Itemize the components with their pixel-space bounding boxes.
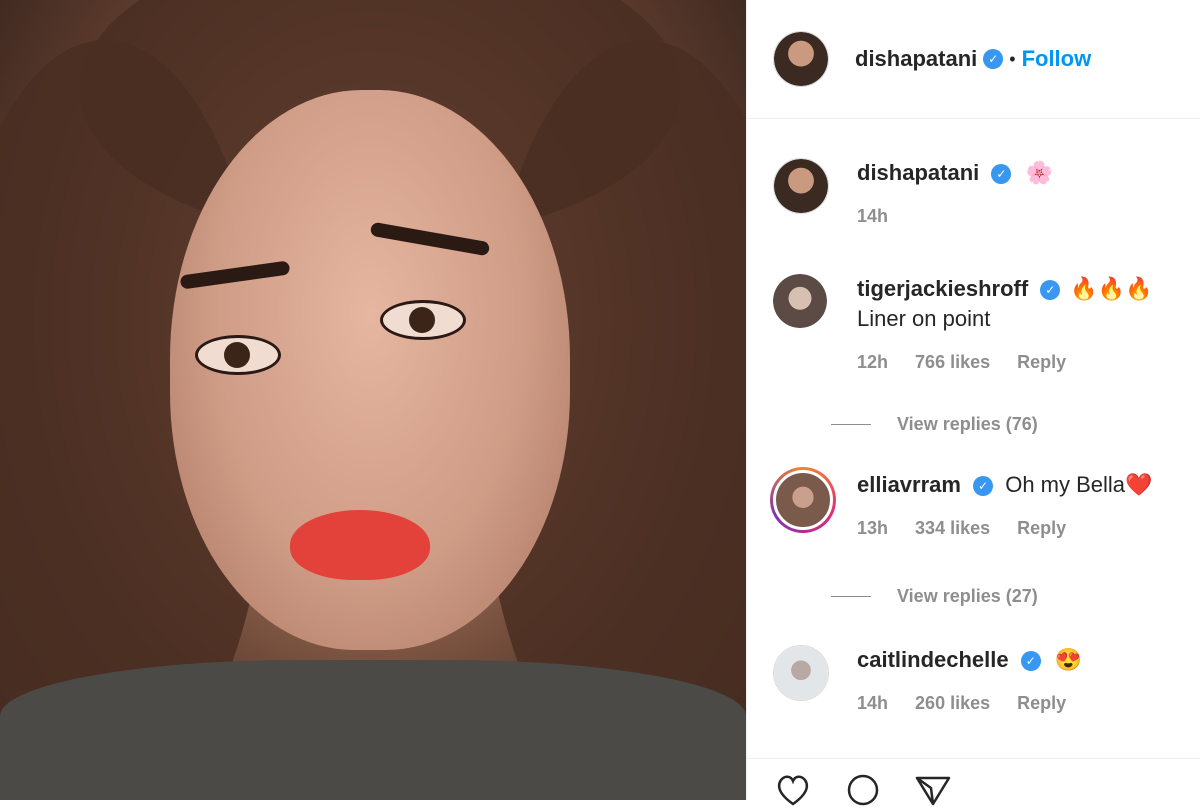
verified-badge-icon: ✓: [973, 476, 994, 497]
post-actions: [773, 770, 953, 810]
comment-avatar[interactable]: [773, 645, 829, 701]
comment-avatar[interactable]: [770, 467, 836, 533]
comment-time[interactable]: 12h: [857, 352, 888, 372]
post-sidebar: dishapatani ✓ • Follow dishapatani ✓ 🌸 1…: [746, 0, 1200, 806]
separator-dot: •: [1009, 48, 1016, 69]
comment-body: caitlindechelle ✓ 😍 14h 260 likes Reply: [857, 645, 1191, 714]
left-eye: [195, 335, 281, 375]
caption-text-line: dishapatani ✓ 🌸: [857, 158, 1191, 188]
post-image[interactable]: [0, 0, 746, 800]
comment-time[interactable]: 14h: [857, 693, 888, 713]
verified-badge-icon: ✓: [983, 49, 1004, 69]
comment-text-line: caitlindechelle ✓ 😍: [857, 645, 1191, 675]
comment-meta: 12h 766 likes Reply: [857, 352, 1191, 373]
comment-text: Oh my Bella❤️: [1005, 472, 1153, 497]
comment-likes[interactable]: 766 likes: [915, 352, 990, 372]
heart-icon[interactable]: [773, 770, 813, 810]
actions-divider: [747, 758, 1200, 759]
verified-badge-icon: ✓: [1020, 651, 1041, 672]
verified-badge-icon: ✓: [1040, 280, 1061, 301]
post-header: dishapatani ✓ • Follow: [747, 0, 1200, 119]
author-avatar-image: [774, 32, 828, 86]
comment-meta: 14h 260 likes Reply: [857, 693, 1191, 714]
caption-avatar-image: [774, 159, 828, 213]
view-replies-line: [831, 424, 871, 425]
author-avatar[interactable]: [773, 31, 829, 87]
comment-reply-button[interactable]: Reply: [1017, 352, 1066, 372]
comment-username[interactable]: caitlindechelle: [857, 647, 1009, 672]
comment-time[interactable]: 13h: [857, 518, 888, 538]
follow-button[interactable]: Follow: [1022, 46, 1092, 72]
caption-body: dishapatani ✓ 🌸 14h: [857, 158, 1191, 227]
comment-text-line: tigerjackieshroff ✓ 🔥🔥🔥Liner on point: [857, 274, 1191, 334]
comment-likes[interactable]: 260 likes: [915, 693, 990, 713]
right-eye: [380, 300, 466, 340]
caption-time[interactable]: 14h: [857, 206, 888, 226]
comment-icon[interactable]: [843, 770, 883, 810]
author-info: dishapatani ✓ • Follow: [855, 46, 1091, 72]
comment-text-line: elliavrram ✓ Oh my Bella❤️: [857, 470, 1191, 500]
view-replies-label: View replies (76): [897, 414, 1038, 434]
caption-text: 🌸: [1025, 160, 1053, 185]
view-replies-label: View replies (27): [897, 586, 1038, 606]
caption-avatar[interactable]: [773, 158, 829, 214]
verified-badge-icon: ✓: [991, 164, 1012, 185]
view-replies-button[interactable]: View replies (27): [831, 586, 1038, 607]
comment-avatar[interactable]: [773, 274, 827, 328]
comment-username[interactable]: tigerjackieshroff: [857, 276, 1028, 301]
comment-avatar-image: [773, 470, 833, 530]
comment-body: tigerjackieshroff ✓ 🔥🔥🔥Liner on point 12…: [857, 274, 1191, 373]
comment-text: 😍: [1054, 647, 1083, 672]
caption-username[interactable]: dishapatani: [857, 160, 979, 185]
comment-username[interactable]: elliavrram: [857, 472, 961, 497]
caption-meta: 14h: [857, 206, 1191, 227]
comment-body: elliavrram ✓ Oh my Bella❤️ 13h 334 likes…: [857, 470, 1191, 539]
view-replies-line: [831, 596, 871, 597]
comment-reply-button[interactable]: Reply: [1017, 518, 1066, 538]
comment-reply-button[interactable]: Reply: [1017, 693, 1066, 713]
author-username[interactable]: dishapatani: [855, 46, 977, 72]
comment-avatar-image: [773, 274, 827, 328]
paper-plane-icon[interactable]: [913, 770, 953, 810]
comment-avatar-image: [774, 646, 828, 700]
shirt: [0, 660, 746, 800]
comment-meta: 13h 334 likes Reply: [857, 518, 1191, 539]
view-replies-button[interactable]: View replies (76): [831, 414, 1038, 435]
comment-likes[interactable]: 334 likes: [915, 518, 990, 538]
lips: [290, 510, 430, 580]
